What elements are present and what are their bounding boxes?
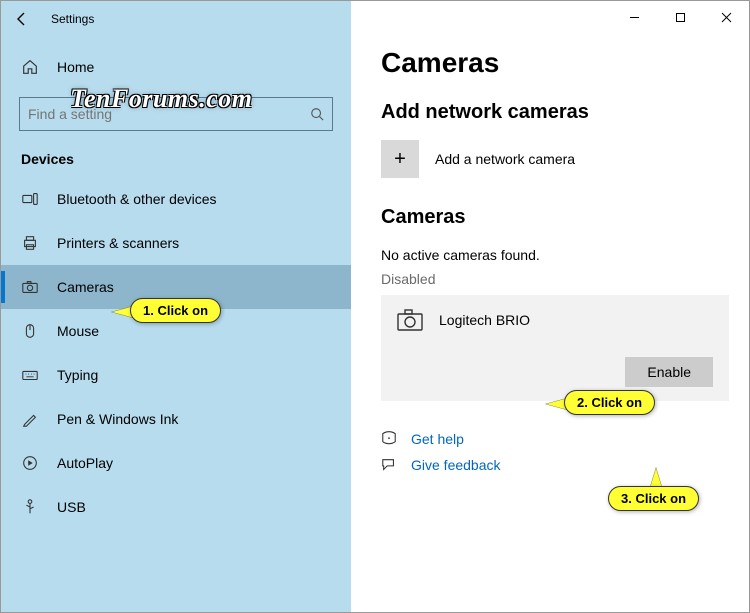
content-inner: Cameras Add network cameras + Add a netw… xyxy=(351,37,749,612)
callout-2: 2. Click on xyxy=(564,390,655,415)
minimize-icon xyxy=(629,12,640,23)
get-help-label: Get help xyxy=(411,431,464,447)
titlebar-left: Settings xyxy=(1,1,351,37)
callout-3: 3. Click on xyxy=(608,486,699,511)
sidebar-item-printers[interactable]: Printers & scanners xyxy=(1,221,351,265)
no-active-cameras-text: No active cameras found. xyxy=(381,247,719,263)
usb-icon xyxy=(21,498,39,516)
enable-button[interactable]: Enable xyxy=(625,357,713,387)
close-button[interactable] xyxy=(703,1,749,33)
camera-item-header: Logitech BRIO xyxy=(397,309,713,331)
maximize-icon xyxy=(675,12,686,23)
content-pane: Cameras Add network cameras + Add a netw… xyxy=(351,1,749,612)
search-icon xyxy=(310,107,324,121)
camera-icon xyxy=(21,278,39,296)
sidebar-item-label: Bluetooth & other devices xyxy=(57,191,217,207)
maximize-button[interactable] xyxy=(657,1,703,33)
window-controls xyxy=(611,1,749,37)
sidebar-item-bluetooth[interactable]: Bluetooth & other devices xyxy=(1,177,351,221)
arrow-left-icon xyxy=(14,11,30,27)
sidebar-item-label: Pen & Windows Ink xyxy=(57,411,178,427)
section-label: Devices xyxy=(1,131,351,177)
watermark-text: TenForums.com xyxy=(70,84,253,114)
nav-list: Bluetooth & other devices Printers & sca… xyxy=(1,177,351,612)
camera-item-name: Logitech BRIO xyxy=(439,312,530,328)
titlebar-right xyxy=(351,1,749,37)
add-network-heading: Add network cameras xyxy=(381,101,719,124)
bluetooth-icon xyxy=(21,190,39,208)
help-links: Get help Give feedback xyxy=(381,431,719,478)
callout-3-tail xyxy=(650,468,662,488)
sidebar-item-label: Cameras xyxy=(57,279,114,295)
plus-icon: + xyxy=(381,140,419,178)
callout-1: 1. Click on xyxy=(130,298,221,323)
sidebar-item-label: Printers & scanners xyxy=(57,235,179,251)
feedback-icon xyxy=(381,457,399,473)
get-help-link[interactable]: Get help xyxy=(381,431,719,447)
add-network-camera-label: Add a network camera xyxy=(435,151,575,167)
minimize-button[interactable] xyxy=(611,1,657,33)
autoplay-icon xyxy=(21,454,39,472)
sidebar-item-typing[interactable]: Typing xyxy=(1,353,351,397)
camera-icon xyxy=(397,309,423,331)
sidebar-item-label: USB xyxy=(57,499,86,515)
mouse-icon xyxy=(21,322,39,340)
home-icon xyxy=(21,58,39,76)
sidebar-item-pen[interactable]: Pen & Windows Ink xyxy=(1,397,351,441)
home-nav[interactable]: Home xyxy=(1,47,351,87)
camera-actions: Enable xyxy=(397,357,713,387)
printer-icon xyxy=(21,234,39,252)
sidebar-item-label: Typing xyxy=(57,367,98,383)
sidebar-item-label: Mouse xyxy=(57,323,99,339)
keyboard-icon xyxy=(21,366,39,384)
add-network-camera-button[interactable]: + Add a network camera xyxy=(381,140,719,178)
camera-item[interactable]: Logitech BRIO Enable xyxy=(381,295,729,401)
pen-icon xyxy=(21,410,39,428)
disabled-section-label: Disabled xyxy=(381,271,719,287)
sidebar-item-usb[interactable]: USB xyxy=(1,485,351,529)
sidebar-item-label: AutoPlay xyxy=(57,455,113,471)
home-label: Home xyxy=(57,59,94,75)
help-icon xyxy=(381,431,399,447)
app-title: Settings xyxy=(51,12,94,26)
cameras-heading: Cameras xyxy=(381,206,719,229)
sidebar-item-autoplay[interactable]: AutoPlay xyxy=(1,441,351,485)
page-title: Cameras xyxy=(381,47,719,79)
back-button[interactable] xyxy=(13,10,31,28)
give-feedback-label: Give feedback xyxy=(411,457,501,473)
close-icon xyxy=(721,12,732,23)
give-feedback-link[interactable]: Give feedback xyxy=(381,457,719,473)
